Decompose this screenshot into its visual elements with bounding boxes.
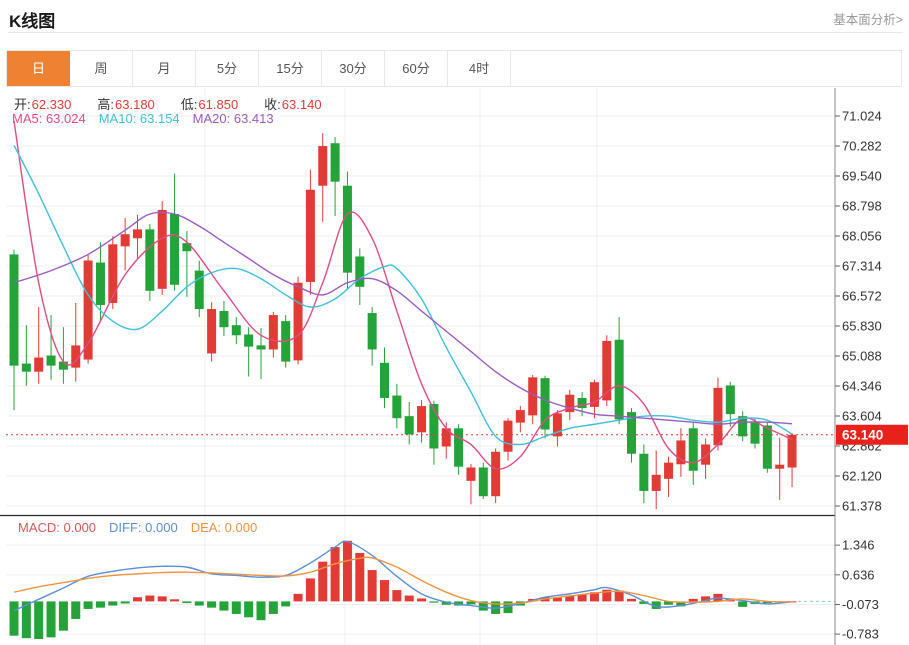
fundamental-analysis-link[interactable]: 基本面分析> <box>833 9 903 28</box>
header-divider <box>8 32 903 33</box>
svg-text:69.540: 69.540 <box>842 169 882 184</box>
ma-item: MA20: 63.413 <box>193 111 274 126</box>
svg-text:68.798: 68.798 <box>842 199 882 214</box>
gridlines <box>6 88 835 645</box>
svg-text:65.088: 65.088 <box>842 349 882 364</box>
ma-legend: MA5: 63.024 MA10: 63.154 MA20: 63.413 <box>12 111 287 126</box>
macd-item: DIFF: 0.000 <box>109 520 178 535</box>
macd-item: DEA: 0.000 <box>191 520 258 535</box>
svg-text:0.636: 0.636 <box>842 567 875 582</box>
svg-text:68.056: 68.056 <box>842 229 882 244</box>
macd-item: MACD: 0.000 <box>18 520 96 535</box>
current-price-badge: 63.140 <box>836 425 908 445</box>
svg-text:-0.073: -0.073 <box>842 597 879 612</box>
svg-text:67.314: 67.314 <box>842 259 882 274</box>
svg-text:61.378: 61.378 <box>842 499 882 514</box>
svg-text:71.024: 71.024 <box>842 109 882 124</box>
svg-text:70.282: 70.282 <box>842 139 882 154</box>
svg-text:66.572: 66.572 <box>842 289 882 304</box>
ohlc-item: 开:62.330 <box>14 97 84 112</box>
candlestick-series <box>10 133 797 509</box>
macd-legend: MACD: 0.000 DIFF: 0.000 DEA: 0.000 <box>18 520 270 535</box>
ma-item: MA5: 63.024 <box>12 111 86 126</box>
ohlc-item: 收:63.140 <box>264 97 334 112</box>
tab-day[interactable]: 日 <box>7 51 70 86</box>
tab-60min[interactable]: 60分 <box>385 51 448 86</box>
tab-4hour[interactable]: 4时 <box>448 51 511 86</box>
tab-15min[interactable]: 15分 <box>259 51 322 86</box>
macd-histogram <box>10 541 797 639</box>
ma20-line <box>14 212 792 424</box>
svg-text:63.604: 63.604 <box>842 409 882 424</box>
ohlc-item: 低:61.850 <box>181 97 251 112</box>
svg-text:-0.783: -0.783 <box>842 627 879 642</box>
tab-week[interactable]: 周 <box>70 51 133 86</box>
svg-text:64.346: 64.346 <box>842 379 882 394</box>
svg-text:62.120: 62.120 <box>842 469 882 484</box>
tab-5min[interactable]: 5分 <box>196 51 259 86</box>
svg-text:63.140: 63.140 <box>842 428 883 443</box>
kline-page: 71.024 70.282 69.540 68.798 68.056 67.314 66.5… <box>0 0 909 645</box>
ohlc-item: 高:63.180 <box>97 97 167 112</box>
page-title: K线图 <box>9 7 55 32</box>
period-tabbar: 日周月5分15分30分60分4时 <box>6 50 902 87</box>
svg-text:65.830: 65.830 <box>842 319 882 334</box>
svg-text:1.346: 1.346 <box>842 538 875 553</box>
tab-month[interactable]: 月 <box>133 51 196 86</box>
ma-item: MA10: 63.154 <box>99 111 180 126</box>
tab-30min[interactable]: 30分 <box>322 51 385 86</box>
price-axis: 71.024 70.282 69.540 68.798 68.056 67.314 66.5… <box>835 88 882 645</box>
diff-line <box>14 541 792 610</box>
